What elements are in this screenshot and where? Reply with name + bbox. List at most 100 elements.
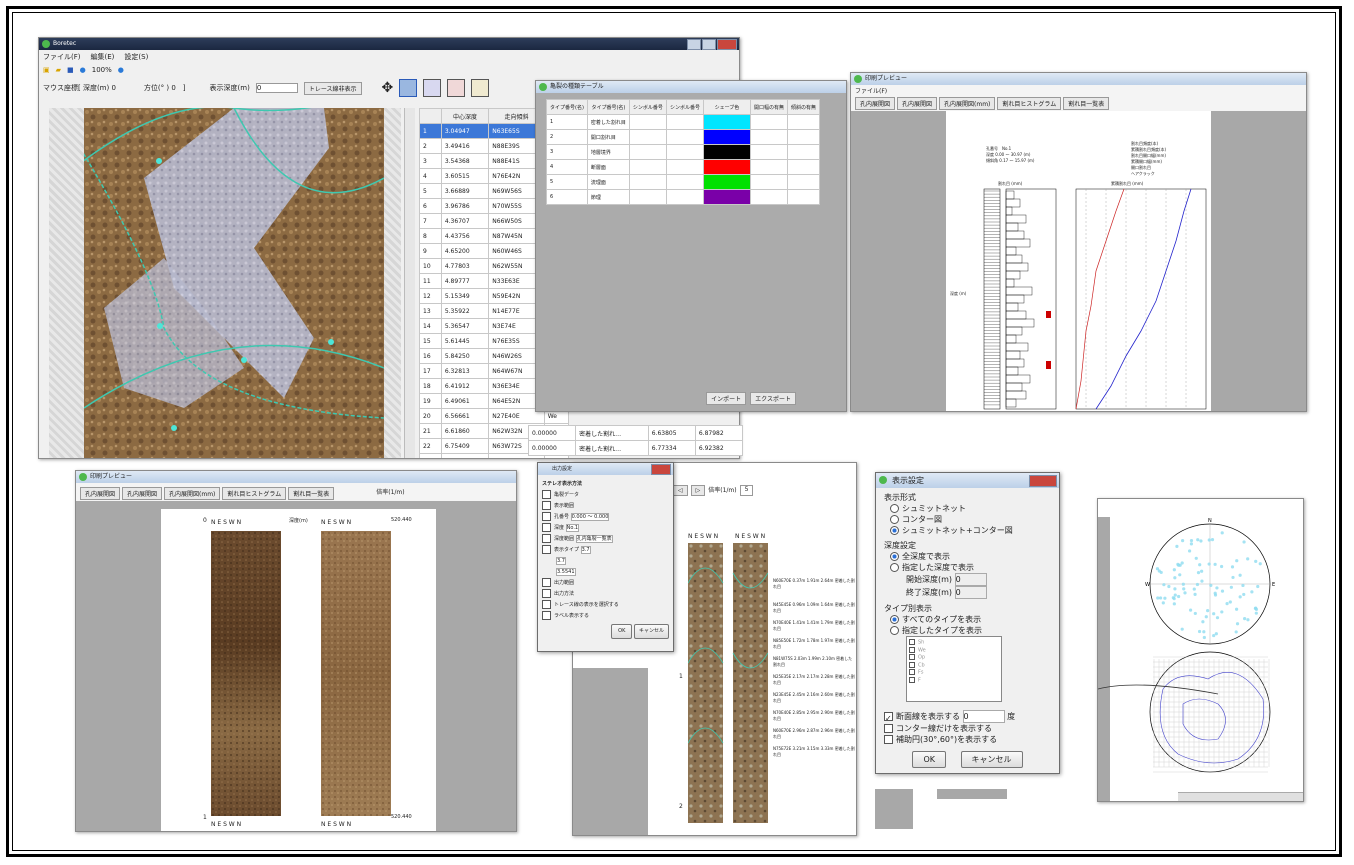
zoom-level[interactable]: 100% bbox=[92, 66, 112, 74]
fracture-annotation: N70E40E 1.41m 1.41m 1.79m 密着した割れ目 bbox=[773, 620, 855, 631]
table-row[interactable]: 0.00000 密着した割れ… 6.77334 6.92382 bbox=[527, 440, 744, 456]
type-row[interactable]: 6 節理 bbox=[546, 189, 820, 205]
stereo-point bbox=[1202, 630, 1206, 634]
core-photo-left bbox=[211, 531, 281, 816]
radio-option[interactable]: すべてのタイプを表示 bbox=[890, 614, 1051, 625]
tool-icon-2[interactable] bbox=[423, 79, 442, 97]
radio-option[interactable]: シュミットネット+コンター図 bbox=[890, 525, 1051, 536]
contour-checkbox[interactable] bbox=[884, 724, 893, 733]
type-color-swatch bbox=[702, 129, 751, 145]
histogram-bar bbox=[1005, 286, 1033, 296]
circle-checkbox[interactable] bbox=[884, 735, 893, 744]
tool-icon-4[interactable] bbox=[471, 79, 490, 97]
settings-ok-button[interactable]: OK bbox=[912, 751, 946, 768]
settings-cancel-button[interactable]: キャンセル bbox=[960, 751, 1023, 768]
menu-settings[interactable]: 設定(S) bbox=[124, 52, 148, 62]
type-list-item[interactable]: Sh bbox=[909, 639, 999, 647]
radio-button[interactable] bbox=[890, 626, 899, 635]
radio-option[interactable]: 全深度で表示 bbox=[890, 551, 1051, 562]
radio-button[interactable] bbox=[890, 552, 899, 561]
histogram-bar bbox=[1005, 254, 1023, 264]
stereo-point bbox=[1254, 611, 1258, 615]
viewport-scrollbar[interactable] bbox=[404, 108, 415, 458]
save-icon[interactable]: ■ bbox=[67, 66, 74, 74]
core-preview-window: 印刷プレビュー 孔内展開図 孔内展開図 孔内展開図(mm) 割れ目ヒストグラム … bbox=[75, 470, 517, 832]
type-list-item[interactable]: Fs bbox=[909, 669, 999, 677]
app-icon bbox=[42, 40, 50, 48]
type-list-item[interactable]: F bbox=[909, 676, 999, 685]
histogram-bar bbox=[1005, 222, 1019, 232]
zoom-in-icon[interactable]: ● bbox=[80, 66, 86, 74]
histogram-page: 孔番号 No.1 深度 0.00 ～ 30.97 (m) 傾斜角 0.17 ～ … bbox=[946, 111, 1211, 411]
type-list-item[interactable]: Op bbox=[909, 654, 999, 662]
stereo-point bbox=[1177, 594, 1181, 599]
histogram-titlebar: 印刷プレビュー bbox=[851, 73, 1306, 85]
type-list-item[interactable]: Cb bbox=[909, 661, 999, 670]
radio-option[interactable]: コンター図 bbox=[890, 514, 1051, 525]
stereo-point bbox=[1206, 609, 1210, 613]
radio-option[interactable]: 指定したタイプを表示 bbox=[890, 625, 1051, 636]
settings-close-button[interactable] bbox=[1029, 475, 1057, 487]
stereo-point bbox=[1242, 540, 1246, 544]
radio-option[interactable]: 指定した深度で表示 bbox=[890, 562, 1051, 573]
type-row[interactable]: 2 開口割れ目 bbox=[546, 129, 820, 145]
radio-button[interactable] bbox=[890, 526, 899, 535]
stereo-point bbox=[1173, 576, 1177, 580]
stereo-point bbox=[1167, 584, 1171, 589]
dialog-close-button[interactable] bbox=[651, 464, 671, 475]
type-row[interactable]: 1 密着した割れ目 bbox=[546, 114, 820, 130]
tool-icon-3[interactable] bbox=[447, 79, 466, 97]
radio-button[interactable] bbox=[890, 515, 899, 524]
dialog-cancel-button[interactable]: キャンセル bbox=[633, 624, 669, 639]
col-center-depth[interactable]: 中心深度 bbox=[440, 108, 490, 124]
import-button[interactable]: インポート bbox=[706, 392, 747, 405]
stereo-point bbox=[1156, 596, 1160, 600]
stereo-point bbox=[1246, 618, 1250, 622]
open-folder-icon[interactable]: ▰ bbox=[56, 66, 61, 74]
menu-edit[interactable]: 編集(E) bbox=[91, 52, 115, 62]
zoom-out-icon[interactable]: ● bbox=[118, 66, 124, 74]
col-rownum[interactable] bbox=[419, 108, 442, 124]
radio-button[interactable] bbox=[890, 504, 899, 513]
tool-icon-1[interactable] bbox=[399, 79, 418, 97]
table-row[interactable]: 0.00000 密着した割れ… 6.63805 6.87982 bbox=[527, 425, 744, 441]
stereo-point bbox=[1235, 559, 1239, 563]
trace-toggle-button[interactable]: トレース線非表示 bbox=[303, 81, 362, 95]
type-row[interactable]: 5 流理面 bbox=[546, 174, 820, 190]
histogram-bar bbox=[1005, 342, 1029, 352]
move-icon[interactable]: ✥ bbox=[382, 80, 394, 96]
fracture-annotation: N81W75S 2.03m 1.99m 2.10m 密着した割れ目 bbox=[773, 656, 853, 667]
stereo-point bbox=[1238, 595, 1242, 599]
fracture-annotation: N23E45E 2.45m 2.16m 2.60m 密着した割れ目 bbox=[773, 692, 855, 703]
new-file-icon[interactable]: ▣ bbox=[43, 66, 50, 74]
stereo-point bbox=[1202, 635, 1206, 640]
radio-button[interactable] bbox=[890, 563, 899, 572]
stereo-point bbox=[1204, 615, 1208, 619]
stereonet-chart: N W E bbox=[1098, 518, 1275, 773]
display-depth-input[interactable]: 0 bbox=[255, 83, 298, 93]
fault-checkbox[interactable]: ✓ bbox=[884, 712, 893, 723]
stereo-point bbox=[1228, 600, 1232, 604]
borehole-image-viewport[interactable] bbox=[49, 108, 415, 458]
display-settings-dialog: 表示設定 表示形式 シュミットネット コンター図 シュミットネット+コンター図 深度… bbox=[875, 472, 1060, 774]
type-listbox[interactable]: Sh We Op Cb Fs F bbox=[906, 636, 1002, 702]
dialog-ok-button[interactable]: OK bbox=[611, 624, 633, 639]
radio-button[interactable] bbox=[890, 615, 899, 624]
menu-file[interactable]: ファイル(F) bbox=[43, 52, 81, 62]
stereo-point bbox=[1241, 583, 1245, 588]
histogram-tabbar: 孔内展開図 孔内展開図 孔内展開図(mm) 割れ目ヒストグラム 割れ目一覧表 bbox=[851, 96, 1306, 111]
type-color-swatch bbox=[702, 174, 751, 190]
histogram-bar bbox=[1005, 334, 1017, 344]
stereo-point bbox=[1212, 612, 1216, 616]
export-button[interactable]: エクスポート bbox=[750, 392, 796, 405]
type-list-item[interactable]: We bbox=[909, 646, 999, 655]
radio-option[interactable]: シュミットネット bbox=[890, 503, 1051, 514]
type-row[interactable]: 3 地層境界 bbox=[546, 144, 820, 160]
minimize-button[interactable] bbox=[687, 39, 701, 50]
type-row[interactable]: 4 断層面 bbox=[546, 159, 820, 175]
svg-text:E: E bbox=[1272, 582, 1275, 588]
histogram-menubar: ファイル(F) bbox=[855, 88, 888, 95]
maximize-button[interactable] bbox=[702, 39, 716, 50]
stereo-point bbox=[1210, 538, 1215, 542]
close-button[interactable] bbox=[717, 39, 737, 50]
